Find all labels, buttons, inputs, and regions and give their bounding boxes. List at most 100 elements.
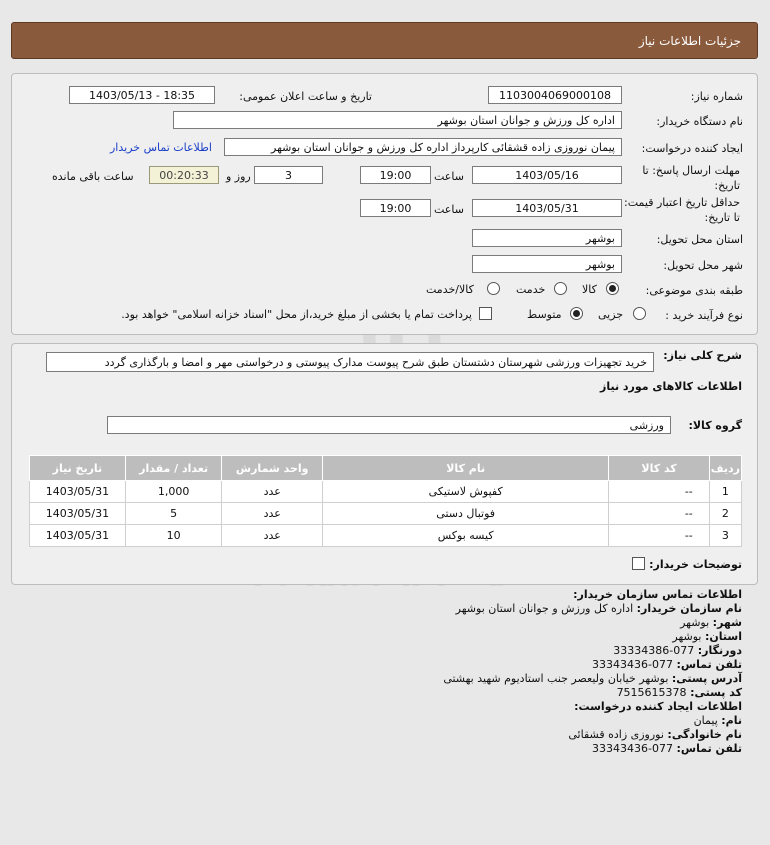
goods-table-header-row: ردیف کد کالا نام کالا واحد شمارش تعداد /…	[29, 455, 743, 481]
buyer-org-field: اداره کل ورزش و جوانان استان بوشهر	[173, 111, 622, 129]
category-label: طبقه بندی موضوعی:	[645, 284, 743, 297]
contact-org-line: نام سازمان خریدار: اداره کل ورزش و جوانا…	[456, 602, 742, 615]
process-medium-label: متوسط	[527, 308, 562, 321]
deadline-time-field: 19:00	[360, 166, 431, 184]
creator-phone-line: تلفن تماس: 077-33343436	[592, 742, 742, 755]
page-header: جزئیات اطلاعات نیاز	[11, 22, 758, 59]
contact-province-value: بوشهر	[672, 630, 702, 643]
goods-section-title: اطلاعات کالاهای مورد نیاز	[600, 380, 742, 393]
col-unit: واحد شمارش	[221, 455, 324, 481]
description-label: شرح کلی نیاز:	[663, 349, 742, 362]
cell-row-number: 1	[708, 480, 743, 503]
delivery-province-field: بوشهر	[472, 229, 622, 247]
contact-postal-line: کد پستی: 7515615378	[617, 686, 742, 699]
contact-fax-label: دورنگار:	[697, 644, 742, 657]
cell-need-date: 1403/05/31	[29, 480, 126, 503]
cell-quantity: 5	[124, 502, 223, 525]
process-minor-label: جزیی	[598, 308, 624, 321]
description-field: خرید تجهیزات ورزشی شهرستان دشتستان طبق ش…	[46, 352, 654, 372]
cell-item-code: --	[608, 502, 710, 525]
creator-phone-value: 077-33343436	[592, 742, 674, 755]
process-minor-radio[interactable]	[633, 307, 646, 320]
buyer-org-label: نام دستگاه خریدار:	[656, 115, 743, 128]
contact-fax-value: 077-33334386	[613, 644, 695, 657]
buyer-notes-checkbox[interactable]	[632, 557, 645, 570]
col-need-date: تاریخ نیاز	[29, 455, 126, 481]
category-goods-service-radio[interactable]	[487, 282, 500, 295]
deadline-date-field: 1403/05/16	[472, 166, 622, 184]
creator-first-name-label: نام:	[721, 714, 742, 727]
contact-title: اطلاعات تماس سازمان خریدار:	[573, 588, 742, 601]
col-row-number: ردیف	[708, 455, 743, 481]
category-goods-radio[interactable]	[606, 282, 619, 295]
col-quantity: تعداد / مقدار	[124, 455, 223, 481]
cell-quantity: 1,000	[124, 480, 223, 503]
contact-org-value: اداره کل ورزش و جوانان استان بوشهر	[455, 602, 634, 615]
contact-province-label: استان:	[705, 630, 742, 643]
treasury-payment-note: پرداخت تمام یا بخشی از مبلغ خرید،از محل …	[121, 308, 472, 321]
goods-group-label: گروه کالا:	[688, 419, 742, 432]
page-title: جزئیات اطلاعات نیاز	[638, 33, 741, 48]
deadline-time-label: ساعت	[434, 170, 464, 183]
creator-first-name-line: نام: پیمان	[694, 714, 742, 727]
need-number-label: شماره نیاز:	[690, 90, 743, 103]
remaining-time-label: ساعت باقی مانده	[52, 170, 134, 183]
delivery-city-field: بوشهر	[472, 255, 622, 273]
cell-unit: عدد	[221, 502, 324, 525]
contact-address-label: آدرس پستی:	[671, 672, 742, 685]
col-item-name: نام کالا	[322, 455, 610, 481]
creator-first-name-value: پیمان	[693, 714, 718, 727]
contact-city-label: شهر:	[712, 616, 742, 629]
category-goods-label: کالا	[582, 283, 597, 296]
cell-item-name: فوتبال دستی	[322, 502, 610, 525]
buyer-contact-link[interactable]: اطلاعات تماس خریدار	[110, 141, 212, 154]
contact-fax-line: دورنگار: 077-33334386	[613, 644, 742, 657]
creator-last-name-line: نام خانوادگی: نوروزی زاده قشقائی	[568, 728, 742, 741]
treasury-payment-checkbox[interactable]	[479, 307, 492, 320]
validity-time-field: 19:00	[360, 199, 431, 217]
goods-group-field: ورزشی	[107, 416, 671, 434]
contact-org-label: نام سازمان خریدار:	[636, 602, 742, 615]
cell-unit: عدد	[221, 524, 324, 547]
validity-time-label: ساعت	[434, 203, 464, 216]
deadline-label: مهلت ارسال پاسخ: تا تاریخ:	[642, 164, 740, 192]
contact-phone-label: تلفن تماس:	[676, 658, 742, 671]
creator-label: ایجاد کننده درخواست:	[641, 142, 743, 155]
category-service-radio[interactable]	[554, 282, 567, 295]
contact-phone-line: تلفن تماس: 077-33343436	[592, 658, 742, 671]
creator-phone-label: تلفن تماس:	[676, 742, 742, 755]
contact-city-value: بوشهر	[680, 616, 710, 629]
contact-phone-value: 077-33343436	[592, 658, 674, 671]
contact-postal-value: 7515615378	[616, 686, 687, 699]
table-row: 2 -- فوتبال دستی عدد 5 1403/05/31	[29, 502, 743, 525]
category-service-label: خدمت	[516, 283, 546, 296]
cell-item-name: کیسه بوکس	[322, 524, 610, 547]
cell-row-number: 3	[708, 524, 743, 547]
validity-date-field: 1403/05/31	[472, 199, 622, 217]
delivery-city-label: شهر محل تحویل:	[663, 259, 743, 272]
announce-field: 1403/05/13 - 18:35	[69, 86, 215, 104]
cell-item-code: --	[608, 480, 710, 503]
deadline-days-field: 3	[254, 166, 323, 184]
goods-table: ردیف کد کالا نام کالا واحد شمارش تعداد /…	[29, 455, 743, 547]
cell-row-number: 2	[708, 502, 743, 525]
table-row: 3 -- کیسه بوکس عدد 10 1403/05/31	[29, 524, 743, 547]
category-goods-service-label: کالا/خدمت	[426, 283, 474, 296]
remaining-time-field: 00:20:33	[149, 166, 219, 184]
contact-city-line: شهر: بوشهر	[680, 616, 742, 629]
contact-postal-label: کد پستی:	[690, 686, 742, 699]
buyer-notes-label: توضیحات خریدار:	[649, 558, 742, 571]
creator-last-name-label: نام خانوادگی:	[667, 728, 742, 741]
delivery-province-label: استان محل تحویل:	[656, 233, 743, 246]
need-number-field: 1103004069000108	[488, 86, 622, 104]
creator-last-name-value: نوروزی زاده قشقائی	[568, 728, 664, 741]
validity-label: حداقل تاریخ اعتبار قیمت: تا تاریخ:	[624, 196, 740, 224]
creator-field: پیمان نوروزی زاده قشقائی کارپرداز اداره …	[224, 138, 622, 156]
cell-unit: عدد	[221, 480, 324, 503]
cell-item-name: کفپوش لاستیکی	[322, 480, 610, 503]
cell-need-date: 1403/05/31	[29, 524, 126, 547]
contact-province-line: استان: بوشهر	[672, 630, 742, 643]
cell-need-date: 1403/05/31	[29, 502, 126, 525]
process-medium-radio[interactable]	[570, 307, 583, 320]
cell-item-code: --	[608, 524, 710, 547]
